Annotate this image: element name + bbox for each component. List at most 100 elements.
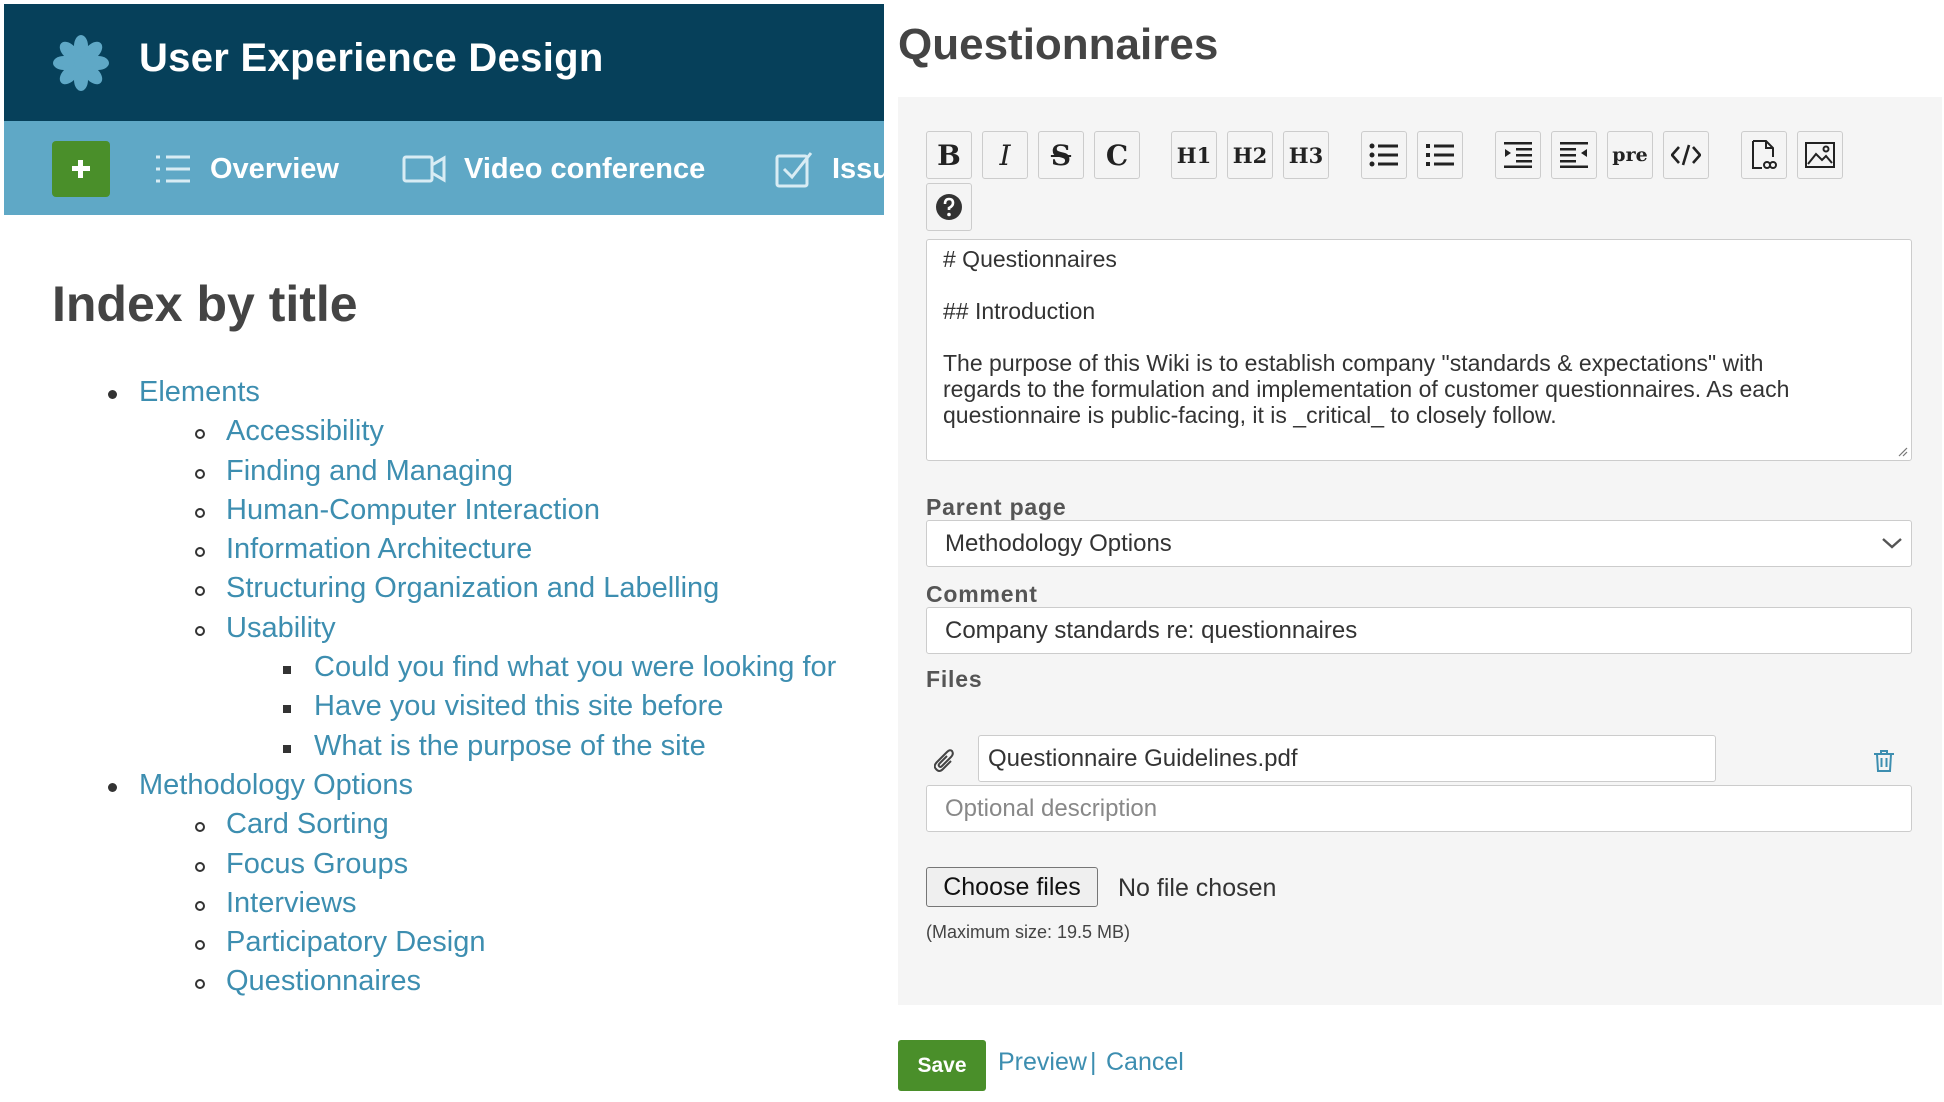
preview-link[interactable]: Preview xyxy=(998,1048,1087,1077)
index-link[interactable]: Card Sorting xyxy=(226,808,389,841)
bullet-icon xyxy=(195,979,205,990)
list-icon xyxy=(156,155,190,183)
index-item: Have you visited this site before xyxy=(0,686,884,725)
index-item: Focus Groups xyxy=(0,844,884,883)
chevron-down-icon xyxy=(1882,538,1902,549)
index-link[interactable]: Information Architecture xyxy=(226,533,532,566)
index-title: Index by title xyxy=(52,276,358,332)
nav-video-conference[interactable]: Video conference xyxy=(402,141,705,197)
outdent-button[interactable] xyxy=(1551,131,1597,179)
bullet-icon xyxy=(195,547,205,558)
bulleted-list-icon xyxy=(1369,143,1398,167)
checkbox-icon xyxy=(775,152,813,188)
file-description-input[interactable]: Optional description xyxy=(926,785,1912,832)
bullet-icon xyxy=(195,940,205,951)
heading-2-button[interactable]: H2 xyxy=(1227,131,1273,179)
heading-3-button[interactable]: H3 xyxy=(1283,131,1329,179)
files-label: Files xyxy=(926,666,983,692)
numbered-list-icon xyxy=(1426,144,1454,166)
page-index-tree: Elements Accessibility Finding and Managin… xyxy=(0,372,884,1001)
bullet-icon xyxy=(195,507,205,518)
preformatted-button[interactable]: pre xyxy=(1607,131,1653,179)
code-block-button[interactable] xyxy=(1663,131,1709,179)
wiki-text-editor[interactable]: # Questionnaires ## Introduction The purpo… xyxy=(926,239,1912,461)
index-link[interactable]: Elements xyxy=(139,376,260,409)
bullet-icon xyxy=(195,586,205,597)
comment-value: Company standards re: questionnaires xyxy=(945,616,1358,644)
numbered-list-button[interactable] xyxy=(1417,131,1463,179)
code-icon xyxy=(1671,144,1701,166)
index-link[interactable]: Questionnaires xyxy=(226,965,421,998)
index-item: Information Architecture xyxy=(0,529,884,568)
editor-line: The purpose of this Wiki is to establish… xyxy=(943,350,1764,376)
resize-handle-icon[interactable] xyxy=(1896,445,1908,457)
no-file-text: No file chosen xyxy=(1118,874,1277,902)
video-camera-icon xyxy=(402,155,446,183)
insert-image-button[interactable] xyxy=(1797,131,1843,179)
project-nav: Overview Video conference Issues xyxy=(4,121,884,215)
image-icon xyxy=(1805,142,1835,168)
nav-overview[interactable]: Overview xyxy=(154,141,339,197)
bullet-icon xyxy=(108,390,117,399)
help-button[interactable] xyxy=(926,183,972,231)
editor-line: regards to the formulation and implement… xyxy=(943,376,1790,402)
help-icon xyxy=(936,194,962,220)
attached-file-name[interactable]: Questionnaire Guidelines.pdf xyxy=(978,735,1716,782)
bulleted-list-button[interactable] xyxy=(1361,131,1407,179)
index-item: Structuring Organization and Labelling xyxy=(0,568,884,607)
project-title[interactable]: User Experience Design xyxy=(139,36,604,81)
link-page-button[interactable] xyxy=(1741,131,1787,179)
indent-button[interactable] xyxy=(1495,131,1541,179)
project-header: User Experience Design xyxy=(4,4,884,121)
nav-issues[interactable]: Issues xyxy=(774,141,884,197)
cancel-link[interactable]: Cancel xyxy=(1106,1048,1184,1077)
strikethrough-button[interactable]: S xyxy=(1038,131,1084,179)
index-link[interactable]: Could you find what you were looking for xyxy=(314,651,836,684)
bullet-icon xyxy=(108,782,117,792)
comment-input[interactable]: Company standards re: questionnaires xyxy=(926,607,1912,654)
nav-video-label: Video conference xyxy=(464,152,706,185)
outdent-icon xyxy=(1560,142,1588,168)
index-link[interactable]: Interviews xyxy=(226,887,357,920)
inline-code-button[interactable]: C xyxy=(1094,131,1140,179)
editor-content: # Questionnaires ## Introduction The purpo… xyxy=(943,246,1895,428)
index-link[interactable]: What is the purpose of the site xyxy=(314,730,706,763)
comment-label: Comment xyxy=(926,581,1038,607)
parent-page-label: Parent page xyxy=(926,494,1067,520)
index-item: Human-Computer Interaction xyxy=(0,490,884,529)
trash-icon[interactable] xyxy=(1873,749,1895,773)
index-item: Card Sorting xyxy=(0,804,884,843)
parent-page-value: Methodology Options xyxy=(945,529,1172,557)
wiki-index-panel: User Experience Design Overview Video co… xyxy=(0,0,884,1102)
file-description-placeholder: Optional description xyxy=(945,794,1158,822)
bullet-icon xyxy=(195,468,205,479)
index-link[interactable]: Methodology Options xyxy=(139,769,413,802)
asterisk-logo-icon xyxy=(53,35,109,91)
index-link[interactable]: Participatory Design xyxy=(226,926,486,959)
index-link[interactable]: Human-Computer Interaction xyxy=(226,494,600,527)
index-link[interactable]: Accessibility xyxy=(226,415,384,448)
parent-page-select[interactable]: Methodology Options xyxy=(926,520,1912,567)
index-link[interactable]: Usability xyxy=(226,612,336,645)
index-link[interactable]: Finding and Managing xyxy=(226,455,513,488)
index-link[interactable]: Have you visited this site before xyxy=(314,690,723,723)
nav-issues-label: Issues xyxy=(832,152,884,185)
index-item: Interviews xyxy=(0,883,884,922)
add-button[interactable] xyxy=(52,141,110,197)
bold-button[interactable]: B xyxy=(926,131,972,179)
editor-line: ## Introduction xyxy=(943,298,1096,324)
index-item: Methodology Options xyxy=(0,765,884,804)
nav-overview-label: Overview xyxy=(210,152,339,185)
paperclip-icon xyxy=(934,749,954,772)
index-item: What is the purpose of the site xyxy=(0,726,884,765)
italic-button[interactable]: I xyxy=(982,131,1028,179)
max-size-note: (Maximum size: 19.5 MB) xyxy=(926,922,1131,942)
index-item: Accessibility xyxy=(0,411,884,450)
index-link[interactable]: Structuring Organization and Labelling xyxy=(226,572,719,605)
index-link[interactable]: Focus Groups xyxy=(226,848,408,881)
save-button[interactable]: Save xyxy=(898,1040,986,1091)
heading-1-button[interactable]: H1 xyxy=(1171,131,1217,179)
choose-files-button[interactable]: Choose files xyxy=(926,867,1098,907)
link-separator: | xyxy=(1090,1048,1097,1076)
